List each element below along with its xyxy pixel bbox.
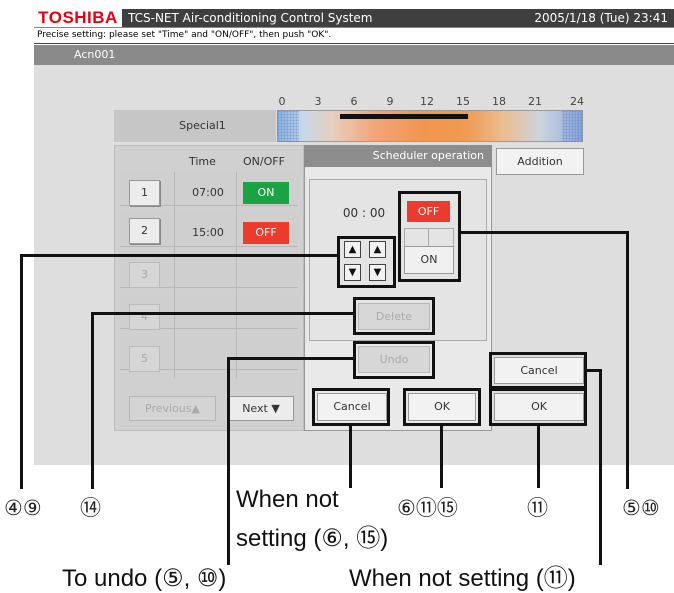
- onoff-column-header: ON/OFF: [243, 155, 285, 168]
- timeline-night-pattern: [277, 110, 299, 142]
- operation-period-bar: [340, 114, 468, 119]
- instruction-message: Precise setting: please set "Time" and "…: [34, 27, 674, 44]
- leader-line: [227, 357, 230, 565]
- time-column-header: Time: [189, 155, 216, 168]
- leader-line: [349, 426, 352, 488]
- row-3-button[interactable]: 3: [129, 262, 160, 288]
- leader-line: [227, 357, 353, 360]
- time-setting-display: 00 : 00: [342, 206, 386, 220]
- callout-frame-main-cancel: [489, 352, 587, 389]
- row-1-state-badge: ON: [243, 182, 289, 204]
- datetime-display: 2005/1/18 (Tue) 23:41: [534, 11, 668, 25]
- leader-line: [440, 426, 443, 488]
- timeline-night-pattern: [562, 110, 583, 142]
- app-title: TCS-NET Air-conditioning Control System: [128, 11, 373, 25]
- previous-button[interactable]: Previous▲: [129, 396, 216, 421]
- caption-when-not-setting: When not: [236, 486, 339, 513]
- row-2-time: 15:00: [192, 226, 224, 239]
- callout-frame-cancel: [312, 388, 390, 426]
- leader-line: [91, 312, 353, 315]
- title-bar: TOSHIBA TCS-NET Air-conditioning Control…: [34, 9, 674, 27]
- row-4-button[interactable]: 4: [129, 304, 160, 330]
- timeline-tick: 6: [350, 95, 358, 108]
- row-2-state-badge: OFF: [243, 222, 289, 244]
- callout-frame-main-ok: [489, 388, 587, 426]
- timeline-tick: 24: [570, 95, 584, 108]
- callout-frame-onoff: [398, 191, 461, 282]
- timeline-tick: 0: [278, 95, 286, 108]
- timeline-tick: 9: [386, 95, 394, 108]
- timeline-tick: 18: [492, 95, 506, 108]
- timeline-tick: 3: [314, 95, 322, 108]
- leader-line: [461, 231, 628, 234]
- callout-number: ⑭: [80, 496, 101, 520]
- leader-line: [599, 369, 602, 565]
- scheduler-operation-title: Scheduler operation: [304, 145, 492, 167]
- caption-to-undo: To undo (⑤, ⑩): [62, 565, 227, 592]
- callout-number: ④⑨: [4, 496, 42, 520]
- column-divider: [236, 172, 237, 378]
- timeline-tick: 15: [456, 95, 470, 108]
- row-5-button[interactable]: 5: [129, 346, 160, 372]
- callout-frame-arrows: [337, 236, 396, 288]
- toshiba-logo: TOSHIBA: [34, 9, 122, 27]
- column-divider: [174, 172, 175, 378]
- unit-name: Acn001: [34, 45, 674, 65]
- caption-when-not-setting: setting (⑥, ⑮): [236, 525, 389, 552]
- leader-line: [20, 254, 337, 257]
- callout-number: ⑥⑪⑮: [397, 496, 458, 520]
- leader-line: [91, 312, 94, 489]
- row-1-button[interactable]: 1: [129, 180, 160, 206]
- addition-button[interactable]: Addition: [496, 148, 584, 175]
- leader-line: [626, 231, 629, 489]
- caption-when-not-setting: When not setting (⑪): [349, 565, 576, 592]
- row-2-button[interactable]: 2: [129, 218, 160, 244]
- leader-line: [537, 426, 540, 488]
- callout-frame-ok: [403, 388, 481, 426]
- schedule-type-label: Special1: [114, 110, 276, 142]
- next-button[interactable]: Next ▼: [228, 396, 294, 421]
- callout-number: ⑤⑩: [622, 496, 660, 520]
- callout-frame-delete: [353, 297, 435, 335]
- callout-number: ⑪: [527, 496, 548, 520]
- timeline-tick: 21: [528, 95, 542, 108]
- leader-line: [20, 254, 23, 489]
- row-1-time: 07:00: [192, 186, 224, 199]
- callout-frame-undo: [353, 341, 435, 379]
- timeline-tick: 12: [420, 95, 434, 108]
